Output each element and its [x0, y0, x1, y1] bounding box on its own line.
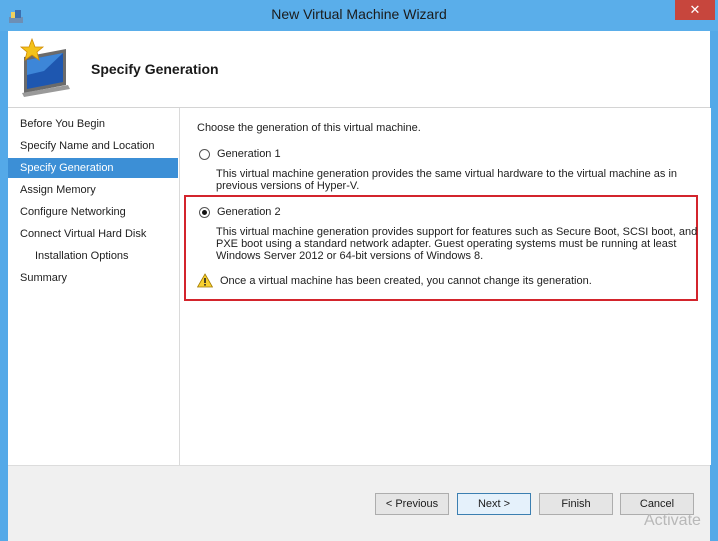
title-bar[interactable]: New Virtual Machine Wizard ✕: [0, 0, 718, 31]
generation-1-option[interactable]: Generation 1: [199, 148, 281, 160]
warning-icon: [197, 273, 213, 288]
generation-2-desc-line: This virtual machine generation provides…: [216, 226, 698, 238]
next-button[interactable]: Next >: [457, 493, 531, 515]
close-icon: ✕: [689, 2, 701, 17]
step-connect-vhd[interactable]: Connect Virtual Hard Disk: [8, 224, 178, 244]
page-title: Specify Generation: [91, 61, 219, 77]
window-title: New Virtual Machine Wizard: [271, 6, 447, 22]
step-specify-name-location[interactable]: Specify Name and Location: [8, 136, 178, 156]
content-panel: Choose the generation of this virtual ma…: [179, 108, 711, 465]
step-summary[interactable]: Summary: [8, 268, 178, 288]
close-button[interactable]: ✕: [675, 0, 715, 20]
wizard-monitor-icon: [19, 37, 70, 97]
step-assign-memory[interactable]: Assign Memory: [8, 180, 178, 200]
generation-1-label[interactable]: Generation 1: [217, 148, 281, 160]
step-before-you-begin[interactable]: Before You Begin: [8, 114, 178, 134]
wizard-client: Specify Generation Before You Begin Spec…: [8, 31, 711, 541]
generation-warning: Once a virtual machine has been created,…: [197, 273, 592, 288]
generation-2-radio[interactable]: [199, 206, 210, 218]
step-installation-options[interactable]: Installation Options: [8, 246, 178, 266]
activation-watermark: Activate: [644, 512, 701, 529]
wizard-header: Specify Generation: [8, 31, 710, 108]
finish-button[interactable]: Finish: [539, 493, 613, 515]
warning-text: Once a virtual machine has been created,…: [220, 274, 592, 287]
step-specify-generation[interactable]: Specify Generation: [8, 158, 178, 178]
steps-nav: Before You Begin Specify Name and Locati…: [8, 108, 179, 465]
generation-1-desc-line: previous versions of Hyper-V.: [216, 180, 360, 192]
step-configure-networking[interactable]: Configure Networking: [8, 202, 178, 222]
generation-1-radio[interactable]: [199, 148, 210, 160]
generation-2-label[interactable]: Generation 2: [217, 206, 281, 218]
generation-2-option[interactable]: Generation 2: [199, 206, 281, 218]
generation-2-desc-line: Windows Server 2012 or 64-bit versions o…: [216, 250, 484, 262]
generation-2-description: This virtual machine generation provides…: [216, 226, 704, 262]
generation-prompt: Choose the generation of this virtual ma…: [197, 122, 421, 134]
generation-2-desc-line: PXE boot using a standard network adapte…: [216, 238, 677, 250]
generation-1-desc-line: This virtual machine generation provides…: [216, 168, 678, 180]
generation-1-description: This virtual machine generation provides…: [216, 168, 704, 192]
wizard-footer: < Previous Next > Finish Cancel: [8, 465, 710, 541]
previous-button[interactable]: < Previous: [375, 493, 449, 515]
